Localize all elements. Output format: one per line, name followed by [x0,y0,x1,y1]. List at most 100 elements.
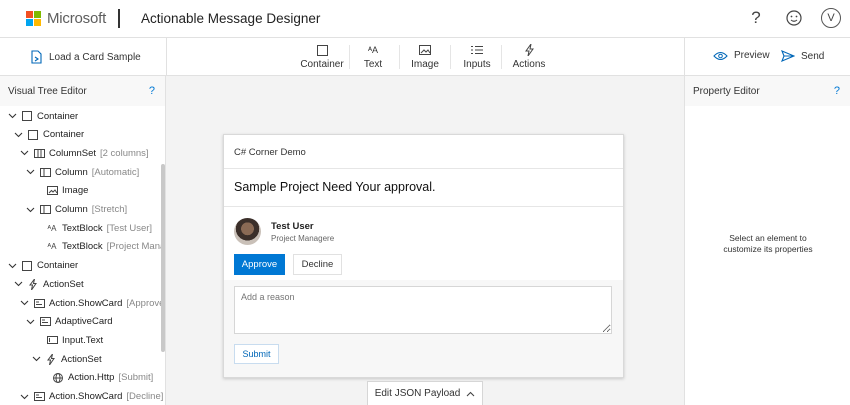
chevron-down-icon[interactable] [25,319,35,325]
decline-button[interactable]: Decline [293,254,342,275]
card-icon [33,298,45,308]
card-icon [39,317,51,327]
inputs-tool-button[interactable]: Inputs [463,43,491,71]
chevron-down-icon[interactable] [19,150,29,156]
tree-item[interactable]: Input.Text [46,331,103,349]
chevron-down-icon[interactable] [7,263,17,269]
toolbar-divider [166,38,167,76]
tree-item-label: Input.Text [62,334,104,346]
approve-showcard: Submit [224,280,623,377]
app-title: Actionable Message Designer [141,11,321,26]
tree-item-detail: [Stretch] [91,204,128,215]
text-aa-icon: ᴬA [47,242,57,252]
image-tool-button[interactable]: Image [411,43,439,71]
tree-item[interactable]: ActionSet [13,275,84,293]
send-icon [781,50,795,62]
tree-item[interactable]: Action.Http [Submit] [52,369,153,387]
tree-item[interactable]: Container [7,257,78,275]
load-sample-label: Load a Card Sample [49,51,141,63]
help-icon[interactable]: ? [834,85,840,97]
json-tab-label: Edit JSON Payload [374,388,461,399]
chevron-up-icon [466,391,475,396]
image-icon [419,43,431,57]
eye-icon [713,51,728,60]
property-editor: Property Editor ? Select an element to c… [684,76,850,405]
avatar[interactable]: V [821,8,841,28]
toolbar-divider [349,45,350,69]
toolbar-divider [399,45,400,69]
brand-name: Microsoft [47,10,107,27]
approve-button[interactable]: Approve [234,254,285,275]
app-header: Microsoft Actionable Message Designer ? … [0,0,850,37]
send-label: Send [801,50,825,62]
send-button[interactable]: Send [781,50,824,62]
submit-button[interactable]: Submit [234,344,279,364]
tree-item-label: ColumnSet [49,147,96,159]
chevron-down-icon[interactable] [25,207,35,213]
tree-item[interactable]: ColumnSet [2 columns] [19,144,149,162]
card-title[interactable]: Sample Project Need Your approval. [224,169,623,207]
panel-header: Property Editor ? [685,76,850,106]
tree-item[interactable]: ᴬA TextBlock [Project Manag [46,238,166,256]
user-columnset[interactable]: Test User Project Managere [234,218,334,245]
actions-tool-button[interactable]: Actions [512,43,546,71]
reason-input[interactable] [234,286,612,334]
chevron-down-icon[interactable] [13,281,23,287]
input-icon [46,336,58,345]
preview-button[interactable]: Preview [713,50,770,61]
lightning-icon [27,278,39,290]
tree-item[interactable]: Container [13,126,84,144]
tree-item-label: ActionSet [61,353,102,365]
tree-item-detail: [Decline] [126,391,164,402]
chevron-down-icon[interactable] [25,169,35,175]
tree-item-label: Action.ShowCard [49,297,123,309]
tree-item-detail: [Project Manag [106,241,166,253]
user-photo [234,218,261,245]
card-icon [33,392,45,401]
tree-item[interactable]: Action.ShowCard [Approve] [19,294,165,312]
container-tool-button[interactable]: Container [300,43,344,71]
tree-item[interactable]: ActionSet [31,350,102,368]
chevron-down-icon[interactable] [7,113,17,119]
square-icon [21,260,33,271]
tree-item-label: ActionSet [43,278,84,290]
tree-item[interactable]: Column [Stretch] [25,201,127,219]
card-header-text[interactable]: C# Corner Demo [224,135,623,169]
chevron-down-icon[interactable] [31,356,41,362]
tool-label: Inputs [463,59,491,70]
tool-label: Image [411,59,439,70]
text-tool-button[interactable]: ᴬA Text [360,43,386,71]
tree-item-detail: [Automatic] [91,166,140,178]
tree-item[interactable]: Column [Automatic] [25,163,139,181]
tree-item-label: Column [55,166,88,178]
scrollbar-thumb[interactable] [161,164,165,352]
load-file-icon [31,50,42,64]
tree-item-label: Image [62,185,89,197]
lightning-icon [524,43,534,57]
columnset-icon [33,148,45,158]
panel-title: Visual Tree Editor [8,85,87,97]
tree-item[interactable]: AdaptiveCard [25,313,113,331]
tree-item-label: AdaptiveCard [55,316,113,328]
tree-item-detail: [Submit] [118,372,154,384]
tree-item[interactable]: Container [7,107,78,125]
chevron-down-icon[interactable] [19,300,29,306]
load-sample-button[interactable]: Load a Card Sample [30,50,141,64]
chevron-down-icon[interactable] [13,132,23,138]
avatar-initial: V [827,12,835,24]
edit-json-tab[interactable]: Edit JSON Payload [367,381,483,405]
tree-item[interactable]: Action.ShowCard [Decline] [19,388,163,405]
user-name: Test User [271,220,314,232]
question-mark-icon[interactable]: ? [748,8,764,28]
microsoft-logo [26,11,41,26]
panel-header: Visual Tree Editor ? [0,76,165,106]
chevron-down-icon[interactable] [19,394,29,400]
help-icon[interactable]: ? [149,85,155,97]
tree-item[interactable]: Image [46,182,88,200]
tree-item-label: Container [37,260,79,272]
smiley-icon[interactable] [784,8,804,28]
tree-item-detail: [Test User] [106,222,153,234]
globe-icon [52,372,64,383]
tree-item[interactable]: ᴬA TextBlock [Test User] [46,219,153,237]
user-role: Project Managere [271,233,335,243]
